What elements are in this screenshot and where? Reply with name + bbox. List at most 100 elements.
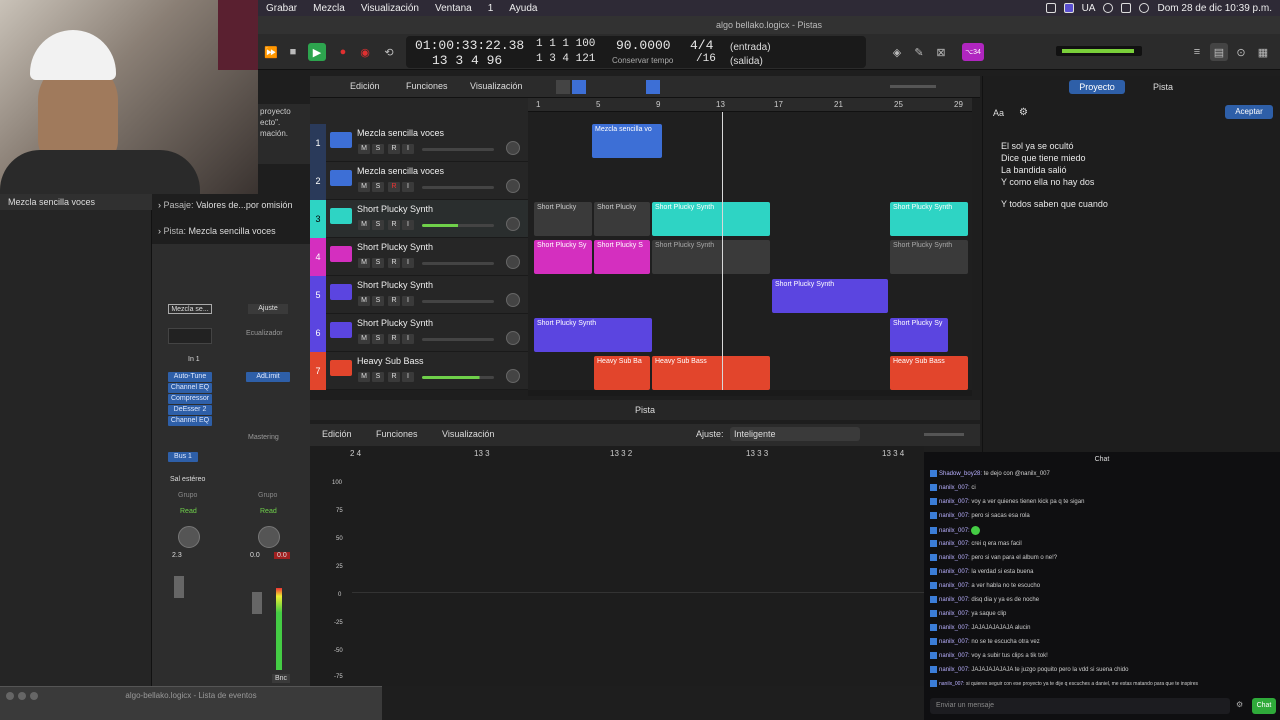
list-view-icon[interactable] xyxy=(572,80,586,94)
bar-ruler[interactable]: 1 5 9 13 17 21 25 29 xyxy=(528,98,972,112)
midi-region[interactable]: Short Plucky Synth xyxy=(652,240,770,274)
track-header[interactable]: 3 Short Plucky Synth M S R I xyxy=(310,200,528,238)
cycle-button[interactable]: ⟲ xyxy=(380,43,398,61)
capture-record-button[interactable]: ◉ xyxy=(356,43,374,61)
midi-region[interactable]: Short Plucky Synth xyxy=(890,240,968,274)
input-monitor-button[interactable]: I xyxy=(402,372,414,382)
accept-button[interactable]: Aceptar xyxy=(1225,105,1273,119)
midi-region[interactable]: Heavy Sub Bass xyxy=(890,356,968,390)
record-button[interactable]: ● xyxy=(334,43,352,61)
mute-button[interactable]: M xyxy=(358,220,370,230)
menu-mezcla[interactable]: Mezcla xyxy=(305,3,353,14)
count-in-badge[interactable]: ⌥34 xyxy=(962,43,984,61)
midi-region[interactable]: Short Plucky xyxy=(534,202,592,236)
editor-view-menu[interactable]: Visualización xyxy=(442,429,494,439)
record-enable-button[interactable]: R xyxy=(388,372,400,382)
track-name[interactable]: Short Plucky Synth xyxy=(357,242,433,252)
plugin-slot[interactable]: Channel EQ xyxy=(168,416,212,426)
track-header[interactable]: 6 Short Plucky Synth M S R I xyxy=(310,314,528,352)
bus-send[interactable]: Bus 1 xyxy=(168,452,198,462)
bounce-button[interactable]: Bnc xyxy=(272,674,291,683)
horizontal-scrollbar[interactable] xyxy=(528,390,972,396)
region-inspector-title[interactable]: Mezcla sencilla voces xyxy=(0,194,152,210)
chat-send-button[interactable]: Chat xyxy=(1252,698,1276,714)
volume-slider[interactable] xyxy=(422,338,494,341)
record-enable-button[interactable]: R xyxy=(388,220,400,230)
passage-row[interactable]: › Pasaje: Valores de...por omisión xyxy=(152,198,310,216)
pan-knob[interactable] xyxy=(506,331,520,345)
play-button[interactable]: ▶ xyxy=(308,43,326,61)
track-header[interactable]: 5 Short Plucky Synth M S R I xyxy=(310,276,528,314)
volume-slider[interactable] xyxy=(422,224,494,227)
volume-slider[interactable] xyxy=(422,376,494,379)
font-button[interactable]: Aa xyxy=(993,108,1004,118)
mute-button[interactable]: M xyxy=(358,372,370,382)
record-enable-button[interactable]: R xyxy=(388,182,400,192)
plugin-slot[interactable]: Compressor xyxy=(168,394,212,404)
grid-view-icon[interactable] xyxy=(556,80,570,94)
list-icon[interactable]: ≡ xyxy=(1188,43,1206,61)
pencil-icon[interactable]: ✎ xyxy=(910,43,928,61)
record-enable-button[interactable]: R xyxy=(388,258,400,268)
loops-icon[interactable]: ⊙ xyxy=(1232,43,1250,61)
status-icon[interactable] xyxy=(1045,3,1056,13)
midi-region[interactable]: Short Plucky Sy xyxy=(890,318,948,352)
snap-select[interactable]: Inteligente xyxy=(730,427,860,441)
pan-knob[interactable] xyxy=(506,217,520,231)
track-name[interactable]: Mezcla sencilla voces xyxy=(357,166,444,176)
solo-button[interactable]: S xyxy=(372,144,384,154)
automation-left[interactable]: Read xyxy=(180,508,197,515)
plugin-slot[interactable]: Channel EQ xyxy=(168,383,212,393)
piano-roll[interactable]: 2 4 13 3 13 3 2 13 3 3 13 3 4 100 75 50 … xyxy=(310,446,924,686)
track-header[interactable]: 4 Short Plucky Synth M S R I xyxy=(310,238,528,276)
track-name[interactable]: Short Plucky Synth xyxy=(357,318,433,328)
browser-icon[interactable]: ▦ xyxy=(1254,43,1272,61)
stop-button[interactable]: ■ xyxy=(284,43,302,61)
search-icon[interactable] xyxy=(1139,3,1150,13)
pan-knob[interactable] xyxy=(506,179,520,193)
editor-functions-menu[interactable]: Funciones xyxy=(376,429,418,439)
plugin-slot[interactable]: DeEsser 2 xyxy=(168,405,212,415)
edit-menu[interactable]: Edición xyxy=(350,81,380,91)
input-monitor-button[interactable]: I xyxy=(402,334,414,344)
solo-button[interactable]: S xyxy=(372,372,384,382)
input-monitor-button[interactable]: I xyxy=(402,258,414,268)
pan-knob[interactable] xyxy=(506,369,520,383)
editor-edit-menu[interactable]: Edición xyxy=(322,429,352,439)
audio-region[interactable]: Mezcla sencilla vo xyxy=(592,124,662,158)
chat-input[interactable]: Enviar un mensaje xyxy=(930,698,1230,714)
tab-project[interactable]: Proyecto xyxy=(1069,80,1125,94)
record-enable-button[interactable]: R xyxy=(388,334,400,344)
pan-knob[interactable] xyxy=(506,141,520,155)
volume-slider[interactable] xyxy=(422,186,494,189)
solo-button[interactable]: S xyxy=(372,220,384,230)
solo-button[interactable]: S xyxy=(372,334,384,344)
output-label[interactable]: Sal estéreo xyxy=(170,476,205,483)
playhead[interactable] xyxy=(722,112,723,390)
event-list-window[interactable]: algo-bellako.logicx - Lista de eventos xyxy=(0,686,382,720)
menu-visualizacion[interactable]: Visualización xyxy=(353,3,427,14)
group-left[interactable]: Grupo xyxy=(178,492,197,499)
wifi-icon[interactable] xyxy=(1103,3,1114,13)
fader-left[interactable] xyxy=(174,576,184,598)
pan-knob-right[interactable] xyxy=(258,526,280,548)
track-header[interactable]: 2 Mezcla sencilla voces M S R I xyxy=(310,162,528,200)
solo-button[interactable]: S xyxy=(372,182,384,192)
midi-region[interactable]: Short Plucky Synth xyxy=(534,318,652,352)
plugin-slot-right[interactable]: AdLimit xyxy=(246,372,290,382)
pan-knob[interactable] xyxy=(506,255,520,269)
view-menu[interactable]: Visualización xyxy=(470,81,522,91)
solo-button[interactable]: S xyxy=(372,258,384,268)
screen-icon[interactable] xyxy=(1063,3,1074,13)
metronome-icon[interactable]: ⊠ xyxy=(932,43,950,61)
input-monitor-button[interactable]: I xyxy=(402,144,414,154)
mute-button[interactable]: M xyxy=(358,144,370,154)
clock[interactable]: Dom 28 de dic 10:39 p.m. xyxy=(1157,3,1272,14)
pan-knob[interactable] xyxy=(506,293,520,307)
mute-button[interactable]: M xyxy=(358,258,370,268)
catch-icon[interactable] xyxy=(646,80,660,94)
volume-slider[interactable] xyxy=(422,148,494,151)
menu-ventana[interactable]: Ventana xyxy=(427,3,480,14)
editor-zoom-slider[interactable] xyxy=(924,433,964,436)
mute-button[interactable]: M xyxy=(358,296,370,306)
